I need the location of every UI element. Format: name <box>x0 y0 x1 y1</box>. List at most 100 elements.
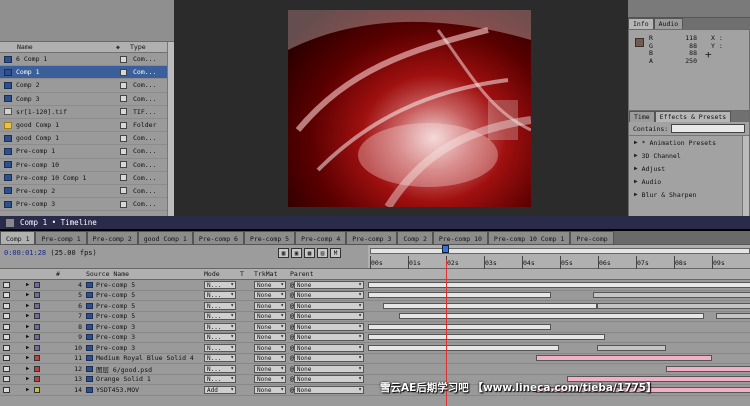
blend-mode-dropdown[interactable]: N... <box>204 364 236 373</box>
layer-track[interactable] <box>368 364 750 374</box>
layer-row[interactable]: ▶4Pre-comp 5N...None@ None <box>0 280 750 291</box>
close-icon[interactable] <box>6 218 14 227</box>
timecode-display[interactable]: 0:00:01:28 (25.00 fps) <box>4 249 97 257</box>
expand-triangle-icon[interactable]: ▶ <box>634 191 638 198</box>
tab-effects-presets[interactable]: Effects & Presets <box>654 111 732 122</box>
label-column-icon[interactable]: ◆ <box>116 43 130 51</box>
timeline-tab[interactable]: Pre-comp 2 <box>86 231 138 244</box>
parent-dropdown[interactable]: None <box>293 343 364 352</box>
blend-mode-dropdown[interactable]: N... <box>204 354 236 363</box>
effects-scrollbar[interactable] <box>742 136 749 221</box>
trkmat-dropdown[interactable]: None <box>254 364 286 373</box>
label-color-swatch[interactable] <box>120 55 127 63</box>
motion-blur-icon[interactable]: M <box>330 248 341 258</box>
parent-dropdown[interactable]: None <box>293 385 364 394</box>
label-color-swatch[interactable] <box>120 134 127 142</box>
project-item[interactable]: 6 Comp 1 Com... <box>0 53 174 67</box>
project-scrollbar[interactable] <box>167 42 174 216</box>
parent-dropdown[interactable]: None <box>293 312 364 321</box>
project-item[interactable]: Pre-comp 3 Com... <box>0 198 174 212</box>
layer-duration-bar[interactable] <box>398 313 705 320</box>
playhead-handle[interactable] <box>442 245 449 253</box>
label-color-swatch[interactable] <box>120 187 127 195</box>
layer-row[interactable]: ▶8Pre-comp 3N...None@ None <box>0 322 750 333</box>
timeline-tab[interactable]: Comp 2 <box>397 231 433 244</box>
timeline-tab[interactable]: Pre-comp 4 <box>295 231 347 244</box>
twirl-down-icon[interactable]: ▶ <box>26 324 29 330</box>
blend-mode-dropdown[interactable]: N... <box>204 301 236 310</box>
twirl-down-icon[interactable]: ▶ <box>26 334 29 340</box>
project-item[interactable]: Pre-comp 2 Com... <box>0 185 174 199</box>
trkmat-dropdown[interactable]: None <box>254 322 286 331</box>
source-name-column-header[interactable]: Source Name <box>86 270 204 278</box>
label-color-swatch[interactable] <box>120 147 127 155</box>
expand-triangle-icon[interactable]: ▶ <box>634 165 638 172</box>
project-item[interactable]: Pre-comp 1 Com... <box>0 145 174 159</box>
layer-label-color[interactable] <box>34 281 41 288</box>
effects-category[interactable]: ▶ Blur & Sharpen <box>629 188 749 201</box>
layer-duration-bar[interactable] <box>368 292 552 299</box>
layer-label-color[interactable] <box>34 365 41 372</box>
parent-dropdown[interactable]: None <box>293 333 364 342</box>
visibility-eye-icon[interactable] <box>3 376 10 383</box>
twirl-down-icon[interactable]: ▶ <box>26 292 29 298</box>
project-item[interactable]: good Comp 1 Com... <box>0 132 174 146</box>
project-item[interactable]: sr[1-120].tif TIF... <box>0 106 174 119</box>
num-column-header[interactable]: # <box>56 270 86 278</box>
blend-mode-dropdown[interactable]: N... <box>204 291 236 300</box>
visibility-eye-icon[interactable] <box>3 292 10 299</box>
parent-dropdown[interactable]: None <box>293 301 364 310</box>
trkmat-dropdown[interactable]: None <box>254 312 286 321</box>
composition-frame[interactable] <box>288 10 531 207</box>
visibility-eye-icon[interactable] <box>3 323 10 330</box>
effects-category[interactable]: ▶ 3D Channel <box>629 149 749 162</box>
layer-duration-bar[interactable] <box>593 292 750 299</box>
timeline-tab[interactable]: Pre-comp <box>570 231 614 244</box>
layer-row[interactable]: ▶12图层 6/good.psdN...None@ None <box>0 364 750 375</box>
label-color-swatch[interactable] <box>120 174 127 182</box>
label-color-swatch[interactable] <box>120 200 127 208</box>
layer-track[interactable] <box>368 332 750 342</box>
parent-column-header[interactable]: Parent <box>290 270 368 278</box>
project-item[interactable]: Comp 1 Com... <box>0 66 174 80</box>
trkmat-dropdown[interactable]: None <box>254 385 286 394</box>
tab-info[interactable]: Info <box>628 18 654 29</box>
layer-duration-bar[interactable] <box>715 313 750 320</box>
twirl-down-icon[interactable]: ▶ <box>26 313 29 319</box>
layer-track[interactable] <box>368 353 750 363</box>
name-column-header[interactable]: Name <box>0 43 116 51</box>
label-color-swatch[interactable] <box>120 121 127 129</box>
layer-label-color[interactable] <box>34 355 41 362</box>
visibility-eye-icon[interactable] <box>3 281 10 288</box>
twirl-down-icon[interactable]: ▶ <box>26 345 29 351</box>
blend-mode-dropdown[interactable]: N... <box>204 280 236 289</box>
blend-mode-dropdown[interactable]: Add <box>204 385 236 394</box>
visibility-eye-icon[interactable] <box>3 344 10 351</box>
timeline-tab[interactable]: Pre-comp 6 <box>192 231 244 244</box>
layer-row[interactable]: ▶11Medium Royal Blue Solid 4N...None@ No… <box>0 353 750 364</box>
timeline-tab[interactable]: Pre-comp 1 <box>35 231 87 244</box>
mode-column-header[interactable]: Mode <box>204 270 240 278</box>
visibility-eye-icon[interactable] <box>3 355 10 362</box>
timeline-tab[interactable]: Pre-comp 10 <box>432 231 488 244</box>
timeline-tab[interactable]: Comp 1 <box>0 231 36 244</box>
layer-label-color[interactable] <box>34 386 41 393</box>
draft-3d-icon[interactable]: ▣ <box>291 248 302 258</box>
label-color-swatch[interactable] <box>120 95 127 103</box>
layer-track[interactable] <box>368 311 750 321</box>
layer-row[interactable]: ▶5Pre-comp 5N...None@ None <box>0 291 750 301</box>
graph-icon[interactable]: ▩ <box>304 248 315 258</box>
trkmat-dropdown[interactable]: None <box>254 375 286 384</box>
contains-search-input[interactable] <box>671 124 746 133</box>
layer-label-color[interactable] <box>34 334 41 341</box>
layer-track[interactable] <box>368 301 750 311</box>
visibility-eye-icon[interactable] <box>3 313 10 320</box>
blend-mode-dropdown[interactable]: N... <box>204 322 236 331</box>
tab-time[interactable]: Time <box>629 111 655 122</box>
blend-mode-dropdown[interactable]: N... <box>204 375 236 384</box>
project-item[interactable]: Comp 3 Com... <box>0 93 174 106</box>
parent-dropdown[interactable]: None <box>293 354 364 363</box>
label-color-swatch[interactable] <box>120 161 127 169</box>
layer-label-color[interactable] <box>34 302 41 309</box>
t-column-header[interactable]: T <box>240 270 254 278</box>
